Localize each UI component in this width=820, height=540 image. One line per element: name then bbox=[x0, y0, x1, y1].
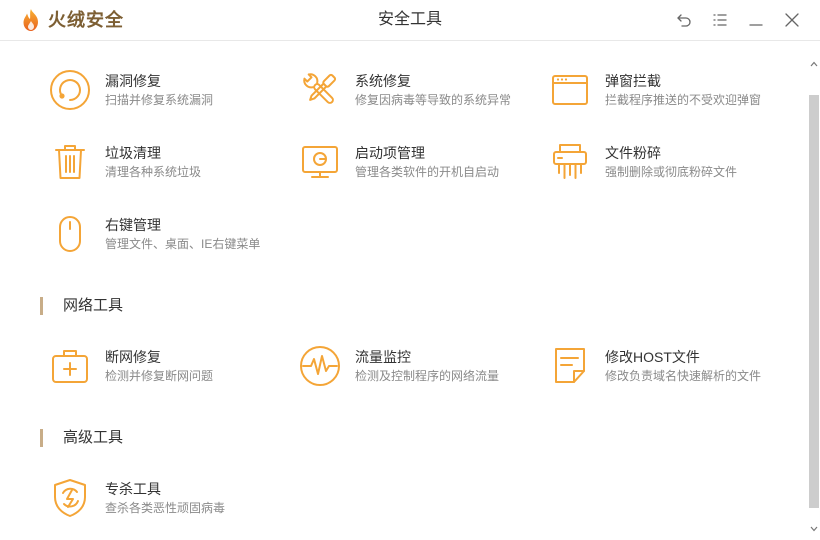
tool-network-repair[interactable]: 断网修复 检测并修复断网问题 bbox=[48, 344, 298, 404]
tool-edit-host-file[interactable]: 修改HOST文件 修改负责域名快速解析的文件 bbox=[548, 344, 798, 404]
tool-junk-cleanup[interactable]: 垃圾清理 清理各种系统垃圾 bbox=[48, 140, 298, 200]
tool-name: 弹窗拦截 bbox=[605, 73, 661, 89]
tool-file-shredder[interactable]: 文件粉碎 强制删除或彻底粉碎文件 bbox=[548, 140, 798, 200]
trash-icon bbox=[48, 140, 92, 184]
tools-content: 漏洞修复 扫描并修复系统漏洞 系统修复 修复因病毒等导致的系统异常 弹窗拦截 拦… bbox=[0, 41, 808, 540]
first-aid-kit-icon bbox=[48, 344, 92, 388]
section-title: 网络工具 bbox=[63, 297, 124, 314]
tool-description: 管理文件、桌面、IE右键菜单 bbox=[105, 237, 261, 251]
section-header-advanced: 高级工具 bbox=[0, 429, 808, 447]
close-icon[interactable] bbox=[784, 12, 800, 28]
scroll-up-icon[interactable] bbox=[810, 54, 818, 67]
vulnerability-repair-icon bbox=[48, 68, 92, 112]
tool-description: 修改负责域名快速解析的文件 bbox=[605, 369, 762, 383]
tool-description: 查杀各类恶性顽固病毒 bbox=[105, 501, 226, 515]
tool-name: 漏洞修复 bbox=[105, 73, 161, 89]
security-tools-window: 火绒安全 安全工具 漏洞修复 扫描并修复系统漏洞 系统修复 修复因病毒等导致的系… bbox=[0, 0, 820, 540]
section-marker bbox=[40, 429, 43, 447]
host-file-icon bbox=[548, 344, 592, 388]
tool-antivirus-killer[interactable]: 专杀工具 查杀各类恶性顽固病毒 bbox=[48, 476, 298, 536]
tool-startup-manager[interactable]: 启动项管理 管理各类软件的开机自启动 bbox=[298, 140, 548, 200]
undo-icon[interactable] bbox=[676, 12, 692, 28]
scrollbar-thumb[interactable] bbox=[809, 95, 819, 508]
tool-name: 右键管理 bbox=[105, 217, 161, 233]
tool-name: 修改HOST文件 bbox=[605, 349, 700, 365]
mouse-icon bbox=[48, 212, 92, 256]
tool-popup-block[interactable]: 弹窗拦截 拦截程序推送的不受欢迎弹窗 bbox=[548, 68, 798, 128]
shield-bolt-icon bbox=[48, 476, 92, 520]
scroll-down-icon[interactable] bbox=[810, 519, 818, 532]
tool-description: 清理各种系统垃圾 bbox=[105, 165, 202, 179]
tool-vulnerability-repair[interactable]: 漏洞修复 扫描并修复系统漏洞 bbox=[48, 68, 298, 128]
section-marker bbox=[40, 297, 43, 315]
tool-name: 垃圾清理 bbox=[105, 145, 161, 161]
vertical-scrollbar[interactable] bbox=[808, 41, 820, 540]
window-title: 安全工具 bbox=[377, 11, 442, 28]
tool-description: 检测及控制程序的网络流量 bbox=[355, 369, 500, 383]
tool-description: 检测并修复断网问题 bbox=[105, 369, 214, 383]
advanced-tools-grid: 专杀工具 查杀各类恶性顽固病毒 bbox=[0, 476, 808, 536]
tool-description: 拦截程序推送的不受欢迎弹窗 bbox=[605, 93, 762, 107]
tool-description: 强制删除或彻底粉碎文件 bbox=[605, 165, 738, 179]
tool-name: 启动项管理 bbox=[355, 145, 425, 161]
system-tools-grid: 漏洞修复 扫描并修复系统漏洞 系统修复 修复因病毒等导致的系统异常 弹窗拦截 拦… bbox=[0, 68, 808, 272]
menu-icon[interactable] bbox=[712, 12, 728, 28]
tool-description: 修复因病毒等导致的系统异常 bbox=[355, 93, 512, 107]
section-header-network: 网络工具 bbox=[0, 297, 808, 315]
tool-traffic-monitor[interactable]: 流量监控 检测及控制程序的网络流量 bbox=[298, 344, 548, 404]
tool-name: 系统修复 bbox=[355, 73, 411, 89]
popup-block-icon bbox=[548, 68, 592, 112]
title-bar: 火绒安全 安全工具 bbox=[0, 0, 820, 41]
minimize-icon[interactable] bbox=[748, 12, 764, 28]
tool-name: 文件粉碎 bbox=[605, 145, 661, 161]
tool-system-repair[interactable]: 系统修复 修复因病毒等导致的系统异常 bbox=[298, 68, 548, 128]
traffic-pulse-icon bbox=[298, 344, 342, 388]
tool-description: 管理各类软件的开机自启动 bbox=[355, 165, 500, 179]
section-title: 高级工具 bbox=[63, 429, 124, 446]
network-tools-grid: 断网修复 检测并修复断网问题 流量监控 检测及控制程序的网络流量 修改HOST文… bbox=[0, 344, 808, 404]
shredder-icon bbox=[548, 140, 592, 184]
startup-monitor-icon bbox=[298, 140, 342, 184]
tool-name: 专杀工具 bbox=[105, 481, 161, 497]
tool-name: 流量监控 bbox=[355, 349, 411, 365]
tool-context-menu-manager[interactable]: 右键管理 管理文件、桌面、IE右键菜单 bbox=[48, 212, 298, 272]
tool-name: 断网修复 bbox=[105, 349, 161, 365]
tool-description: 扫描并修复系统漏洞 bbox=[105, 93, 214, 107]
system-repair-icon bbox=[298, 68, 342, 112]
